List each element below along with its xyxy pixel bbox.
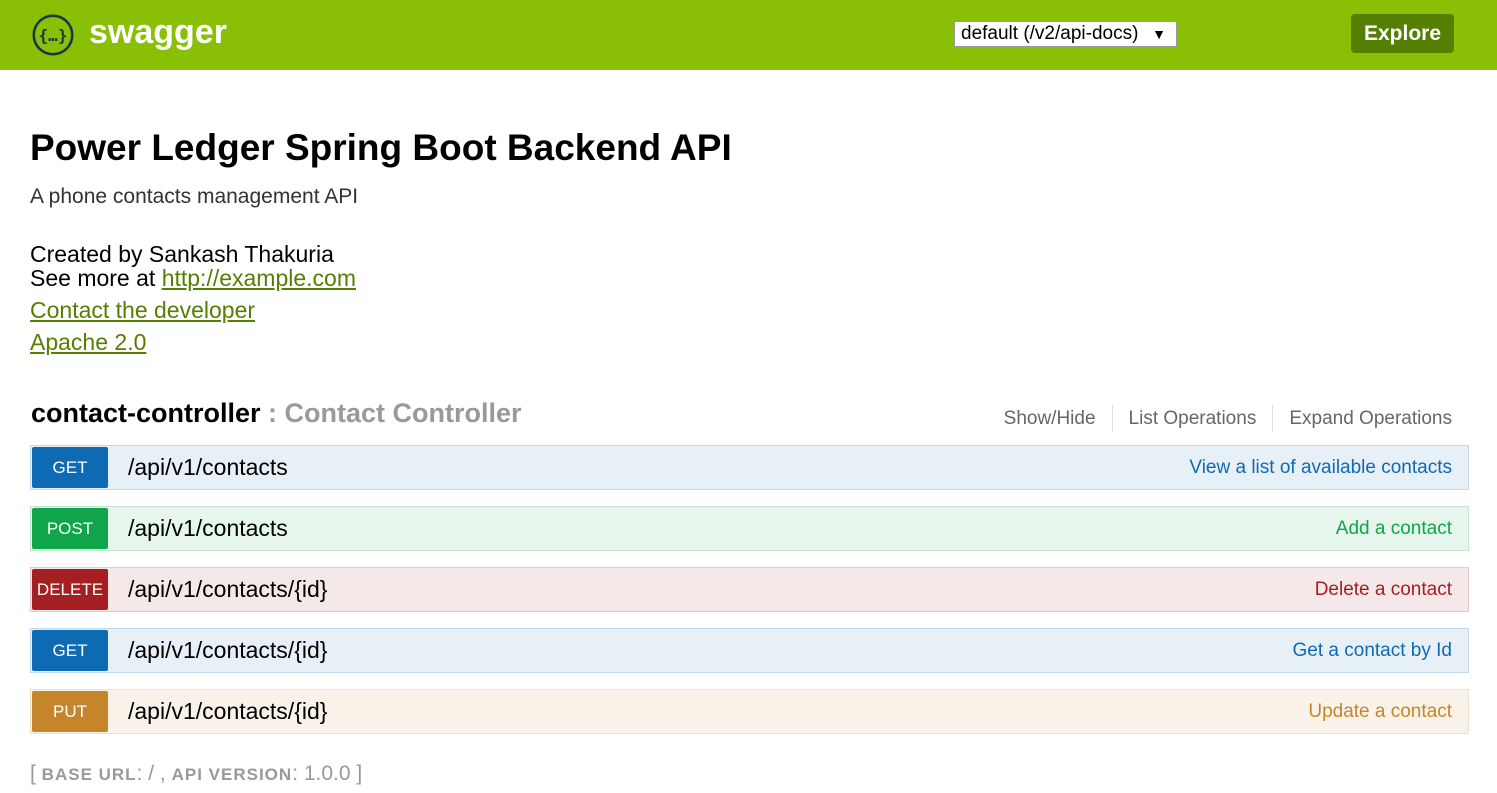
- footer-open-bracket: [: [30, 762, 42, 785]
- method-badge[interactable]: PUT: [32, 691, 108, 732]
- show-hide-link[interactable]: Show/Hide: [988, 405, 1113, 432]
- operation-path[interactable]: /api/v1/contacts: [128, 515, 288, 542]
- footer-close-bracket: ]: [350, 762, 363, 785]
- operation-path[interactable]: /api/v1/contacts/{id}: [128, 576, 327, 603]
- brand-name[interactable]: swagger: [89, 12, 227, 52]
- api-definition-select[interactable]: default (/v2/api-docs) ▼: [954, 21, 1177, 47]
- operation-summary[interactable]: Update a contact: [1308, 690, 1452, 733]
- base-url-value: : / ,: [136, 762, 172, 785]
- see-more-prefix: See more at: [30, 265, 162, 291]
- operation-path[interactable]: /api/v1/contacts/{id}: [128, 698, 327, 725]
- controller-name[interactable]: contact-controller: [31, 398, 261, 428]
- controller-options: Show/Hide List Operations Expand Operati…: [988, 405, 1452, 432]
- method-badge[interactable]: GET: [32, 447, 108, 488]
- contact-developer-link[interactable]: Contact the developer: [30, 297, 255, 323]
- svg-text:{…}: {…}: [39, 26, 68, 45]
- method-badge[interactable]: GET: [32, 630, 108, 671]
- swagger-braces-icon[interactable]: {…}: [31, 13, 75, 57]
- operation-summary[interactable]: Get a contact by Id: [1293, 629, 1452, 672]
- created-by: Created by Sankash Thakuria: [30, 241, 334, 267]
- see-more-line: See more at http://example.com: [30, 266, 356, 291]
- controller-separator: :: [260, 398, 285, 428]
- operation-row[interactable]: GET /api/v1/contacts View a list of avai…: [30, 445, 1469, 490]
- operation-row[interactable]: POST /api/v1/contacts Add a contact: [30, 506, 1469, 551]
- operations-list: GET /api/v1/contacts View a list of avai…: [30, 445, 1469, 750]
- operation-row[interactable]: GET /api/v1/contacts/{id} Get a contact …: [30, 628, 1469, 673]
- explore-button[interactable]: Explore: [1351, 14, 1454, 53]
- api-description: A phone contacts management API: [30, 185, 359, 208]
- api-version-value: : 1.0.0: [292, 762, 351, 785]
- see-more-link[interactable]: http://example.com: [162, 265, 356, 291]
- operation-summary[interactable]: Add a contact: [1336, 507, 1452, 550]
- method-badge[interactable]: POST: [32, 508, 108, 549]
- operation-row[interactable]: PUT /api/v1/contacts/{id} Update a conta…: [30, 689, 1469, 734]
- operation-path[interactable]: /api/v1/contacts/{id}: [128, 637, 327, 664]
- expand-operations-link[interactable]: Expand Operations: [1273, 405, 1452, 432]
- api-title: Power Ledger Spring Boot Backend API: [30, 127, 732, 168]
- method-badge[interactable]: DELETE: [32, 569, 108, 610]
- chevron-down-icon: ▼: [1152, 26, 1166, 42]
- api-select-value: default (/v2/api-docs): [961, 23, 1139, 44]
- operation-summary[interactable]: View a list of available contacts: [1189, 446, 1452, 489]
- top-bar: {…} swagger default (/v2/api-docs) ▼ Exp…: [0, 0, 1497, 70]
- operation-row[interactable]: DELETE /api/v1/contacts/{id} Delete a co…: [30, 567, 1469, 612]
- license-link[interactable]: Apache 2.0: [30, 329, 146, 355]
- base-url-footer: [ BASE URL: / , API VERSION: 1.0.0 ]: [30, 760, 362, 789]
- operation-summary[interactable]: Delete a contact: [1315, 568, 1452, 611]
- controller-description: Contact Controller: [284, 398, 522, 428]
- controller-heading[interactable]: contact-controller : Contact Controller: [31, 397, 522, 429]
- base-url-label: BASE URL: [41, 765, 137, 784]
- api-version-label: API VERSION: [171, 765, 293, 784]
- operation-path[interactable]: /api/v1/contacts: [128, 454, 288, 481]
- list-operations-link[interactable]: List Operations: [1113, 405, 1274, 432]
